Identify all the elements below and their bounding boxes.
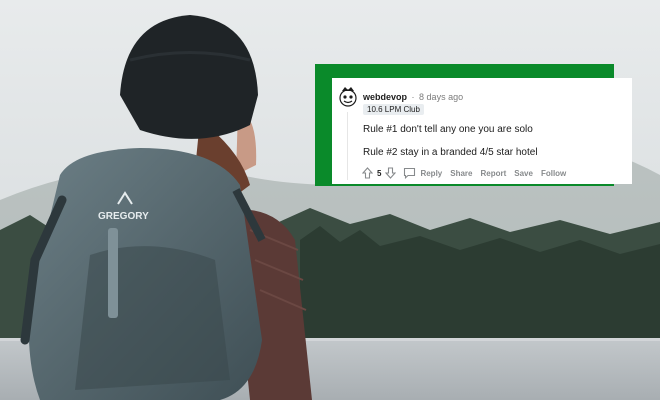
comment-header: webdevop · 8 days ago xyxy=(363,91,463,103)
user-avatar-icon[interactable] xyxy=(338,86,358,108)
report-button[interactable]: Report xyxy=(480,169,506,178)
separator-dot: · xyxy=(411,92,415,102)
thread-line[interactable] xyxy=(347,112,348,180)
comment-actions: 5 Reply Share Report Save Follow xyxy=(361,166,566,180)
background-photo: GREGORY xyxy=(0,0,660,400)
share-button[interactable]: Share xyxy=(450,169,472,178)
comment-bubble-icon xyxy=(404,167,416,179)
upvote-arrow-icon[interactable] xyxy=(361,166,374,180)
username[interactable]: webdevop xyxy=(363,92,407,102)
follow-button[interactable]: Follow xyxy=(541,169,566,178)
backpack-brand-logo: GREGORY xyxy=(98,211,149,222)
downvote-arrow-icon[interactable] xyxy=(384,166,397,180)
comment-text-line: Rule #1 don't tell any one you are solo xyxy=(363,124,533,135)
timestamp[interactable]: 8 days ago xyxy=(419,92,463,102)
vote-count: 5 xyxy=(377,168,382,178)
reply-button[interactable]: Reply xyxy=(403,167,442,179)
user-flair: 10.6 LPM Club xyxy=(363,104,424,115)
comment-text-line: Rule #2 stay in a branded 4/5 star hotel xyxy=(363,147,538,158)
save-button[interactable]: Save xyxy=(514,169,533,178)
reply-label: Reply xyxy=(420,168,443,178)
